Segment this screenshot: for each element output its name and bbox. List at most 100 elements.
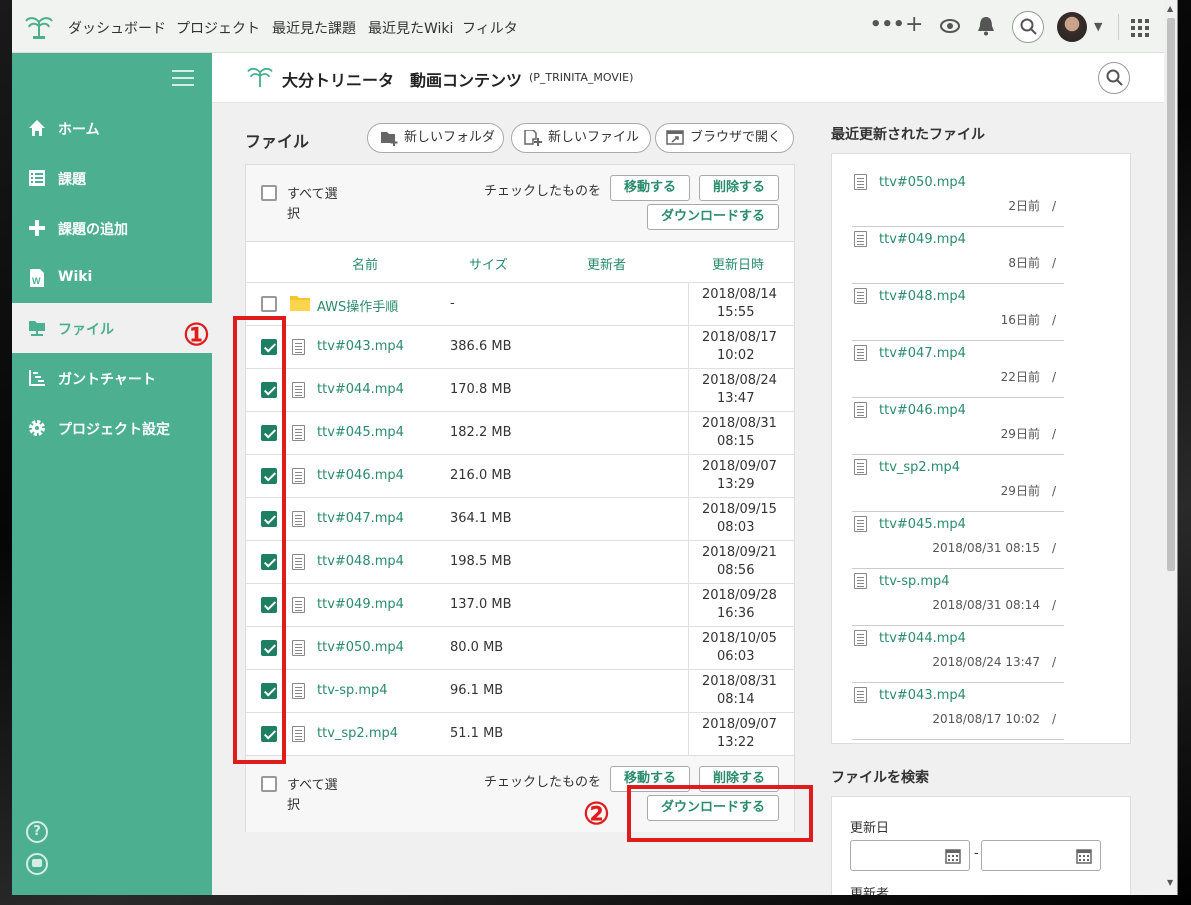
calendar-icon[interactable] <box>1076 848 1092 864</box>
home-icon <box>29 120 45 136</box>
recent-file-link[interactable]: ttv#049.mp4 <box>879 232 966 247</box>
sidebar-item-project-settings[interactable]: プロジェクト設定 <box>12 403 212 453</box>
help-icon[interactable]: ? <box>26 821 48 843</box>
select-all-checkbox[interactable] <box>261 185 277 201</box>
table-row[interactable]: ttv#045.mp4 182.2 MB 2018/08/31 08:15 <box>246 411 794 455</box>
recent-file-item[interactable]: ttv#048.mp4 16日前 / <box>852 284 1064 341</box>
app-grid-icon[interactable] <box>1130 18 1150 38</box>
table-row[interactable]: ttv-sp.mp4 96.1 MB 2018/08/31 08:14 <box>246 669 794 713</box>
file-name-link[interactable]: AWS操作手順 <box>317 296 398 315</box>
file-updated-date: 2018/08/14 <box>702 287 777 302</box>
open-in-browser-button[interactable]: ブラウザで開く <box>655 123 794 153</box>
column-size-header[interactable]: サイズ <box>469 254 508 273</box>
table-row[interactable]: ttv#044.mp4 170.8 MB 2018/08/24 13:47 <box>246 368 794 412</box>
file-updated-date: 2018/09/07 <box>702 717 777 732</box>
file-name-link[interactable]: ttv#049.mp4 <box>317 597 404 612</box>
sidebar-item-files[interactable]: ファイル <box>12 303 212 353</box>
notification-bell-icon[interactable] <box>977 16 995 36</box>
new-file-button[interactable]: 新しいファイル <box>511 123 651 153</box>
table-row[interactable]: ttv#043.mp4 386.6 MB 2018/08/17 10:02 <box>246 325 794 369</box>
recent-file-link[interactable]: ttv#045.mp4 <box>879 517 966 532</box>
table-row[interactable]: ttv#046.mp4 216.0 MB 2018/09/07 13:29 <box>246 454 794 498</box>
backlog-logo-icon[interactable] <box>24 14 54 40</box>
chevron-down-icon[interactable]: ▼ <box>1094 20 1102 33</box>
file-name-link[interactable]: ttv#044.mp4 <box>317 382 404 397</box>
updated-cell: 2018/10/05 06:03 <box>688 627 794 670</box>
page-scrollbar[interactable]: ▲ ▼ <box>1164 0 1177 895</box>
recent-file-item[interactable]: ttv-sp.mp4 2018/08/31 08:14 / <box>852 569 1064 626</box>
nav-recent-issues[interactable]: 最近見た課題 <box>272 18 356 38</box>
sidebar-item-home[interactable]: ホーム <box>12 103 212 153</box>
table-row[interactable]: ttv_sp2.mp4 51.1 MB 2018/09/07 13:22 <box>246 712 794 756</box>
recent-file-link[interactable]: ttv#043.mp4 <box>879 688 966 703</box>
file-updated-date: 2018/08/24 <box>702 373 777 388</box>
nav-recent-wiki[interactable]: 最近見たWiki <box>368 18 453 38</box>
table-row[interactable]: ttv#048.mp4 198.5 MB 2018/09/21 08:56 <box>246 540 794 584</box>
project-name[interactable]: 大分トリニータ 動画コンテンツ <box>282 67 522 91</box>
file-name-link[interactable]: ttv#043.mp4 <box>317 339 404 354</box>
date-from-input[interactable] <box>850 840 970 871</box>
video-file-icon <box>854 288 867 304</box>
feedback-icon[interactable] <box>26 853 48 875</box>
user-avatar[interactable] <box>1057 12 1087 42</box>
nav-dashboard[interactable]: ダッシュボード <box>68 18 166 38</box>
file-name-link[interactable]: ttv#045.mp4 <box>317 425 404 440</box>
file-name-link[interactable]: ttv#046.mp4 <box>317 468 404 483</box>
recent-file-item[interactable]: ttv#044.mp4 2018/08/24 13:47 / <box>852 626 1064 683</box>
project-search-button[interactable] <box>1098 62 1130 94</box>
file-name-link[interactable]: ttv#047.mp4 <box>317 511 404 526</box>
recent-file-item[interactable]: ttv#043.mp4 2018/08/17 10:02 / <box>852 683 1064 740</box>
recent-file-item[interactable]: ttv#049.mp4 8日前 / <box>852 227 1064 284</box>
sidebar-item-add-issue[interactable]: 課題の追加 <box>12 203 212 253</box>
recent-file-item[interactable]: ttv#047.mp4 22日前 / <box>852 341 1064 398</box>
scroll-down-arrow-icon[interactable]: ▼ <box>1167 878 1173 887</box>
hamburger-menu-icon[interactable] <box>172 69 194 87</box>
recent-file-link[interactable]: ttv#047.mp4 <box>879 346 966 361</box>
new-folder-button[interactable]: 新しいフォルダ <box>367 123 504 153</box>
add-icon[interactable]: + <box>905 12 923 37</box>
recent-file-item[interactable]: ttv#050.mp4 2日前 / <box>852 170 1064 227</box>
recent-file-item[interactable]: ttv_sp2.mp4 29日前 / <box>852 455 1064 512</box>
recent-file-link[interactable]: ttv#050.mp4 <box>879 175 966 190</box>
recent-file-link[interactable]: ttv_sp2.mp4 <box>879 460 960 475</box>
more-icon[interactable]: ••• <box>870 14 905 35</box>
global-search-button[interactable] <box>1012 11 1044 43</box>
table-row[interactable]: AWS操作手順 - 2018/08/14 15:55 <box>246 282 794 326</box>
file-name-link[interactable]: ttv-sp.mp4 <box>317 683 388 698</box>
recent-file-link[interactable]: ttv#046.mp4 <box>879 403 966 418</box>
calendar-icon[interactable] <box>945 848 961 864</box>
select-all-checkbox[interactable] <box>261 776 277 792</box>
file-name-link[interactable]: ttv#050.mp4 <box>317 640 404 655</box>
table-row[interactable]: ttv#047.mp4 364.1 MB 2018/09/15 08:03 <box>246 497 794 541</box>
file-name-link[interactable]: ttv#048.mp4 <box>317 554 404 569</box>
table-row[interactable]: ttv#049.mp4 137.0 MB 2018/09/28 16:36 <box>246 583 794 627</box>
sidebar-item-gantt[interactable]: ガントチャート <box>12 353 212 403</box>
row-checkbox[interactable] <box>261 296 277 312</box>
date-to-input[interactable] <box>981 840 1101 871</box>
sidebar-item-issues[interactable]: 課題 <box>12 153 212 203</box>
column-updated-header[interactable]: 更新日時 <box>712 254 764 273</box>
column-updater-header[interactable]: 更新者 <box>587 254 626 273</box>
table-row[interactable]: ttv#050.mp4 80.0 MB 2018/10/05 06:03 <box>246 626 794 670</box>
updater-label: 更新者 <box>850 887 890 895</box>
file-name-link[interactable]: ttv_sp2.mp4 <box>317 726 398 741</box>
move-button[interactable]: 移動する <box>610 175 690 201</box>
nav-projects[interactable]: プロジェクト <box>176 18 260 38</box>
column-name-header[interactable]: 名前 <box>352 254 378 273</box>
recent-file-link[interactable]: ttv#048.mp4 <box>879 289 966 304</box>
browser-window: ダッシュボード プロジェクト 最近見た課題 最近見たWiki フィルタ ••• … <box>12 0 1178 895</box>
recent-file-item[interactable]: ttv#046.mp4 29日前 / <box>852 398 1064 455</box>
recent-file-link[interactable]: ttv#044.mp4 <box>879 631 966 646</box>
nav-filter[interactable]: フィルタ <box>462 18 518 38</box>
date-range-separator: - <box>974 846 979 861</box>
video-file-icon <box>292 511 305 527</box>
sidebar-item-wiki[interactable]: W Wiki <box>12 253 212 303</box>
download-button-top[interactable]: ダウンロードする <box>647 204 779 230</box>
delete-button[interactable]: 削除する <box>699 175 779 201</box>
watch-eye-icon[interactable] <box>940 18 960 34</box>
recent-file-link[interactable]: ttv-sp.mp4 <box>879 574 950 589</box>
scrollbar-thumb[interactable] <box>1167 18 1175 571</box>
checked-items-label: チェックしたものを <box>484 184 602 199</box>
scroll-up-arrow-icon[interactable]: ▲ <box>1167 4 1173 13</box>
recent-file-item[interactable]: ttv#045.mp4 2018/08/31 08:15 / <box>852 512 1064 569</box>
